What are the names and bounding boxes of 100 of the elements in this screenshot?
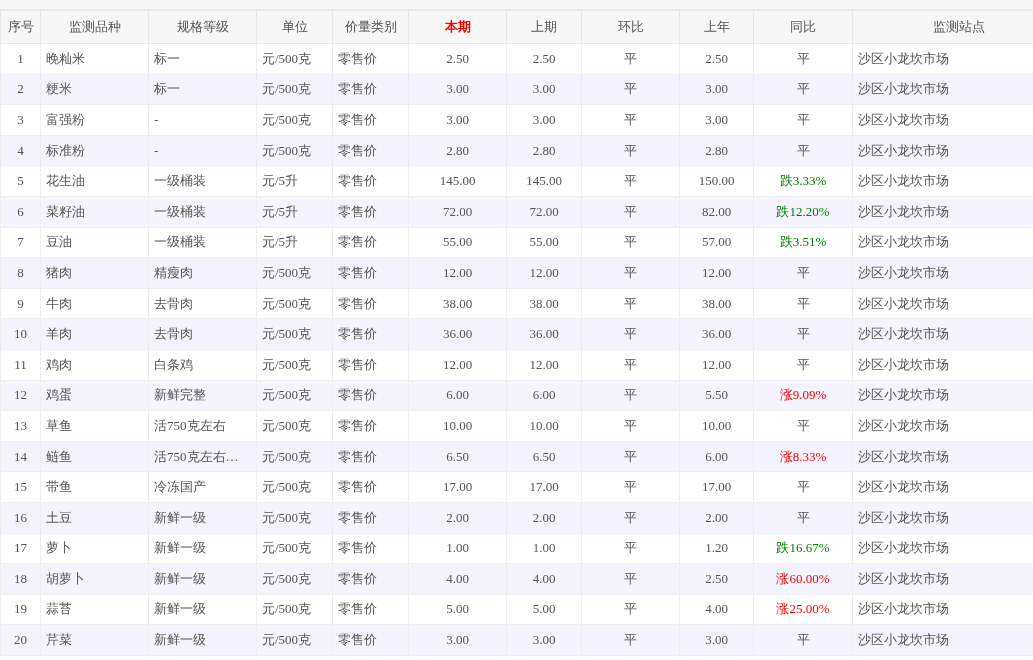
table-cell: 平: [581, 196, 680, 228]
table-cell: 1: [0, 43, 41, 75]
table-cell: 零售价: [332, 318, 409, 350]
table-cell: 元/500克: [256, 74, 333, 105]
table-cell: 平: [581, 104, 680, 136]
table-cell: 元/500克: [256, 135, 333, 166]
table-cell: 粳米: [40, 74, 149, 105]
table-cell: 零售价: [332, 288, 409, 319]
table-cell: 平: [581, 135, 680, 166]
table-cell: 1.00: [506, 533, 582, 564]
table-cell: 14: [0, 441, 41, 472]
table-cell: 元/5升: [256, 227, 333, 258]
table-cell: 芹菜: [40, 624, 149, 656]
table-cell: 零售价: [332, 135, 409, 166]
table-cell: 标一: [148, 43, 257, 75]
table-cell: 平: [581, 502, 680, 533]
table-cell: 晚籼米: [40, 43, 149, 75]
table-cell: 活750克左右…: [148, 441, 257, 472]
table-cell: 6.50: [506, 441, 582, 472]
table-cell: 3.00: [679, 104, 754, 136]
table-cell: 1.00: [408, 533, 507, 564]
table-cell: 平: [753, 135, 853, 166]
table-cell: 豆油: [40, 227, 149, 258]
table-cell: 55.00: [408, 227, 507, 258]
table-cell: 元/500克: [256, 288, 333, 319]
table-cell: 涨25.00%: [753, 594, 853, 625]
table-cell: 鸡肉: [40, 349, 149, 381]
table-cell: 一级桶装: [148, 227, 257, 258]
table-cell: 零售价: [332, 502, 409, 533]
table-cell: 4.00: [408, 563, 507, 595]
table-cell: 3: [0, 104, 41, 136]
table-cell: 零售价: [332, 533, 409, 564]
table-cell: 沙区小龙坎市场: [852, 441, 1033, 472]
table-cell: 蒜苔: [40, 594, 149, 625]
table-cell: 沙区小龙坎市场: [852, 74, 1033, 105]
table-cell: 2.80: [408, 135, 507, 166]
table-cell: 活750克左右: [148, 410, 257, 442]
table-cell: 36.00: [679, 318, 754, 350]
table-cell: 零售价: [332, 471, 409, 503]
table-cell: 零售价: [332, 349, 409, 381]
table-cell: 白条鸡: [148, 349, 257, 381]
table-cell: 2.50: [679, 563, 754, 595]
table-cell: 元/5升: [256, 165, 333, 197]
table-cell: 5.00: [408, 594, 507, 625]
table-cell: 7: [0, 227, 41, 258]
column-header: 上年: [679, 10, 754, 44]
table-cell: 新鲜一级: [148, 563, 257, 595]
table-cell: 零售价: [332, 43, 409, 75]
table-cell: 元/500克: [256, 318, 333, 350]
table-cell: 富强粉: [40, 104, 149, 136]
table-cell: 38.00: [679, 288, 754, 319]
table-cell: 4: [0, 135, 41, 166]
table-cell: 17: [0, 533, 41, 564]
table-cell: 零售价: [332, 165, 409, 197]
table-cell: 新鲜一级: [148, 502, 257, 533]
table-cell: 鸡蛋: [40, 380, 149, 411]
table-cell: 平: [581, 563, 680, 595]
table-cell: 2.80: [506, 135, 582, 166]
table-cell: 3.00: [679, 624, 754, 656]
table-cell: 6.00: [679, 441, 754, 472]
table-cell: 38.00: [408, 288, 507, 319]
table-cell: 10.00: [506, 410, 582, 442]
table-cell: 12.00: [679, 349, 754, 381]
table-cell: 零售价: [332, 441, 409, 472]
table-cell: 跌12.20%: [753, 196, 853, 228]
table-cell: 零售价: [332, 74, 409, 105]
table-cell: 平: [753, 318, 853, 350]
table-cell: 12.00: [408, 349, 507, 381]
table-cell: 平: [581, 43, 680, 75]
table-cell: 2.50: [408, 43, 507, 75]
table-cell: 平: [753, 74, 853, 105]
table-cell: 6.00: [408, 380, 507, 411]
table-cell: 平: [581, 594, 680, 625]
table-cell: 一级桶装: [148, 165, 257, 197]
table-cell: 沙区小龙坎市场: [852, 380, 1033, 411]
table-cell: 菜籽油: [40, 196, 149, 228]
table-cell: 2: [0, 74, 41, 105]
table-cell: 元/500克: [256, 594, 333, 625]
table-cell: 元/500克: [256, 471, 333, 503]
table-cell: 145.00: [408, 165, 507, 197]
table-cell: 平: [581, 533, 680, 564]
table-cell: 10: [0, 318, 41, 350]
table-cell: 零售价: [332, 410, 409, 442]
table-cell: 15: [0, 471, 41, 503]
table-cell: 150.00: [679, 165, 754, 197]
table-cell: 18: [0, 563, 41, 595]
table-cell: 13: [0, 410, 41, 442]
table-cell: 元/500克: [256, 441, 333, 472]
table-cell: 零售价: [332, 257, 409, 289]
table-cell: 3.00: [506, 104, 582, 136]
table-cell: 平: [581, 349, 680, 381]
table-cell: 2.50: [506, 43, 582, 75]
table-cell: 带鱼: [40, 471, 149, 503]
table-cell: 花生油: [40, 165, 149, 197]
table-cell: 平: [753, 624, 853, 656]
column-header: 单位: [256, 10, 333, 44]
table-cell: 羊肉: [40, 318, 149, 350]
table-cell: 元/5升: [256, 196, 333, 228]
table-cell: 4.00: [506, 563, 582, 595]
table-cell: 8: [0, 257, 41, 289]
